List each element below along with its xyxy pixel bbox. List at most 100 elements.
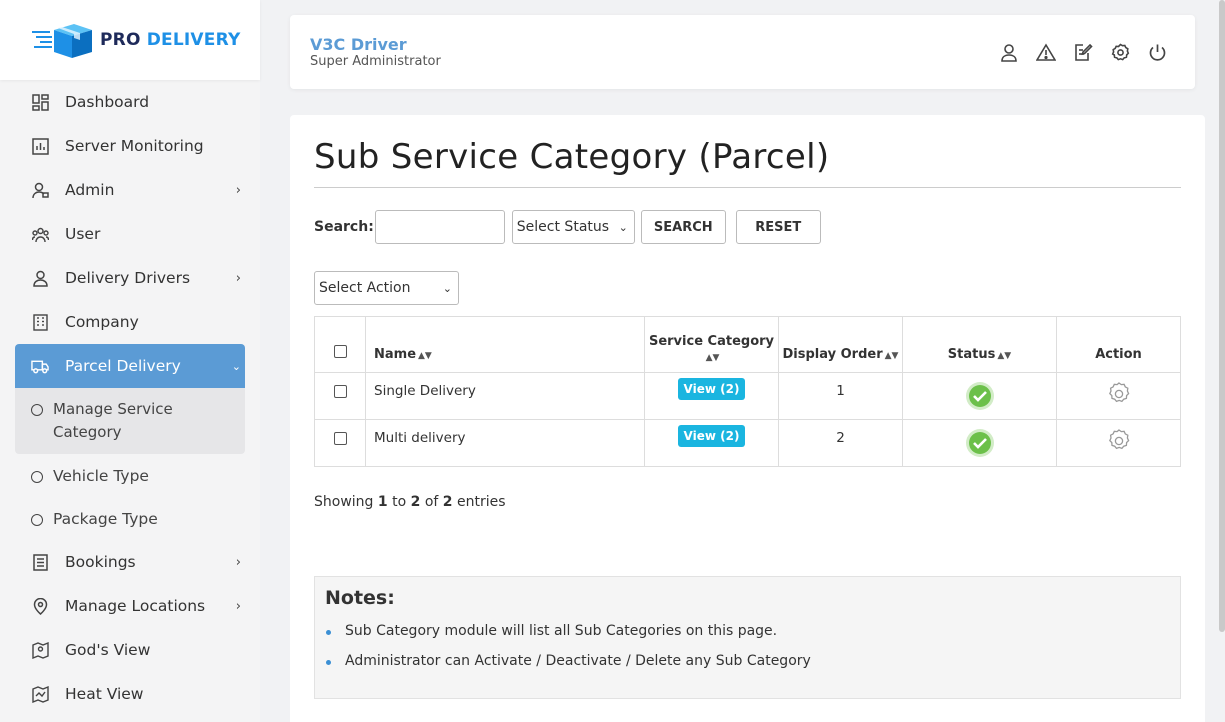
select-all-cell	[314, 316, 366, 373]
box-logo-icon	[32, 24, 92, 58]
search-bar: Search: Select Status ⌄ SEARCH RESET	[314, 210, 821, 244]
row-display-order: 2	[778, 419, 903, 467]
chevron-down-icon: ⌄	[231, 359, 241, 373]
sidebar-subitem-manage-service-category[interactable]: Manage Service Category	[15, 388, 245, 454]
sidebar-item-label: Company	[65, 313, 139, 331]
column-header-display-order[interactable]: Display Order ▲▼	[778, 316, 903, 373]
column-header-status[interactable]: Status ▲▼	[902, 316, 1057, 373]
row-checkbox[interactable]	[333, 385, 347, 398]
action-select[interactable]: Select Action ⌄	[314, 271, 459, 305]
page-title: Sub Service Category (Parcel)	[314, 137, 830, 177]
truck-icon	[31, 357, 49, 375]
sort-icon: ▲▼	[997, 351, 1012, 361]
power-icon[interactable]	[1147, 42, 1167, 62]
circle-icon	[31, 514, 43, 526]
chart-icon	[31, 137, 49, 155]
sidebar-item-admin[interactable]: Admin ›	[15, 168, 245, 212]
view-service-category-button[interactable]: View (2)	[677, 425, 746, 447]
search-label: Search:	[314, 219, 374, 235]
chevron-right-icon: ›	[235, 554, 241, 570]
sidebar-item-delivery-drivers[interactable]: Delivery Drivers ›	[15, 256, 245, 300]
view-service-category-button[interactable]: View (2)	[677, 378, 746, 400]
user-name: V3C Driver	[310, 35, 407, 54]
sidebar-item-label: Server Monitoring	[65, 137, 204, 155]
chevron-down-icon: ⌄	[618, 220, 628, 234]
sidebar-item-bookings[interactable]: Bookings ›	[15, 540, 245, 584]
page-scrollbar[interactable]	[1219, 0, 1225, 632]
logo[interactable]: PRO DELIVERY	[0, 0, 260, 80]
admin-icon	[31, 181, 49, 199]
sidebar-item-label: Parcel Delivery	[65, 357, 181, 375]
column-header-name[interactable]: Name ▲▼	[365, 316, 645, 373]
warning-icon[interactable]	[1036, 42, 1056, 62]
column-header-action: Action	[1056, 316, 1181, 373]
column-header-service-category: Service Category ▲▼	[644, 316, 779, 373]
bookings-icon	[31, 553, 49, 571]
sidebar-item-server-monitoring[interactable]: Server Monitoring	[15, 124, 245, 168]
users-icon	[31, 225, 49, 243]
settings-icon[interactable]	[1110, 42, 1130, 62]
chevron-right-icon: ›	[235, 598, 241, 614]
reset-button[interactable]: RESET	[735, 210, 821, 244]
sort-icon: ▲▼	[705, 353, 720, 363]
notes-panel: Notes: Sub Category module will list all…	[314, 576, 1181, 699]
driver-icon	[31, 269, 49, 287]
chevron-right-icon: ›	[235, 270, 241, 286]
sidebar-item-heat-view[interactable]: Heat View	[15, 672, 245, 716]
parcel-delivery-submenu: Manage Service Category	[15, 388, 245, 454]
profile-icon[interactable]	[999, 42, 1019, 62]
action-select-value: Select Action	[319, 280, 411, 296]
sidebar-subitem-label: Manage Service Category	[53, 400, 173, 441]
sidebar-item-label: Dashboard	[65, 93, 150, 111]
row-name: Single Delivery	[365, 372, 645, 420]
chevron-down-icon: ⌄	[442, 281, 452, 295]
sidebar-item-gods-view[interactable]: God's View	[15, 628, 245, 672]
sidebar-item-dashboard[interactable]: Dashboard	[15, 80, 245, 124]
sort-icon: ▲▼	[418, 351, 432, 361]
table-row: Multi delivery View (2) 2	[314, 419, 1181, 467]
brand-name: PRO DELIVERY	[100, 30, 241, 50]
gear-icon[interactable]	[1106, 428, 1132, 454]
location-icon	[31, 597, 49, 615]
title-divider	[314, 187, 1181, 188]
sidebar-item-company[interactable]: Company	[15, 300, 245, 344]
user-role: Super Administrator	[310, 54, 441, 69]
sidebar-item-label: Manage Locations	[65, 597, 206, 615]
status-select[interactable]: Select Status ⌄	[511, 210, 635, 244]
sidebar-item-label: Admin	[65, 181, 115, 199]
sub-category-table: Name ▲▼ Service Category ▲▼ Display Order ▲…	[314, 316, 1181, 467]
top-header: V3C Driver Super Administrator	[290, 15, 1195, 89]
sidebar-item-label: Bookings	[65, 553, 136, 571]
sidebar-item-manage-locations[interactable]: Manage Locations ›	[15, 584, 245, 628]
building-icon	[31, 313, 49, 331]
table-row: Single Delivery View (2) 1	[314, 372, 1181, 420]
entries-summary: Showing 1 to 2 of 2 entries	[314, 494, 506, 510]
select-all-checkbox[interactable]	[333, 345, 347, 358]
heatmap-icon	[31, 685, 49, 703]
table-header-row: Name ▲▼ Service Category ▲▼ Display Order ▲…	[314, 316, 1181, 373]
search-input[interactable]	[374, 210, 505, 244]
row-display-order: 1	[778, 372, 903, 420]
sidebar-item-user[interactable]: User	[15, 212, 245, 256]
sidebar-subitem-label: Vehicle Type	[53, 466, 149, 485]
sidebar-item-label: User	[65, 225, 101, 243]
sidebar-item-label: God's View	[65, 641, 151, 659]
note-item: Sub Category module will list all Sub Ca…	[326, 623, 811, 639]
edit-notes-icon[interactable]	[1073, 42, 1093, 62]
row-name: Multi delivery	[365, 419, 645, 467]
gear-icon[interactable]	[1106, 381, 1132, 407]
sidebar-item-label: Heat View	[65, 685, 144, 703]
sidebar-subitem-package-type[interactable]: Package Type	[15, 497, 245, 540]
sidebar-subitem-vehicle-type[interactable]: Vehicle Type	[15, 454, 245, 497]
row-checkbox[interactable]	[333, 432, 347, 445]
sidebar-subitem-label: Package Type	[53, 509, 158, 528]
sidebar-item-parcel-delivery[interactable]: Parcel Delivery ⌄	[15, 344, 245, 388]
active-status-icon[interactable]	[965, 428, 995, 458]
chevron-right-icon: ›	[235, 182, 241, 198]
sidebar-item-label: Delivery Drivers	[65, 269, 191, 287]
sidebar: PRO DELIVERY Dashboard Server Monitoring…	[0, 0, 260, 722]
active-status-icon[interactable]	[965, 381, 995, 411]
status-select-value: Select Status	[516, 219, 610, 235]
dashboard-icon	[31, 93, 49, 111]
search-button[interactable]: SEARCH	[640, 210, 726, 244]
